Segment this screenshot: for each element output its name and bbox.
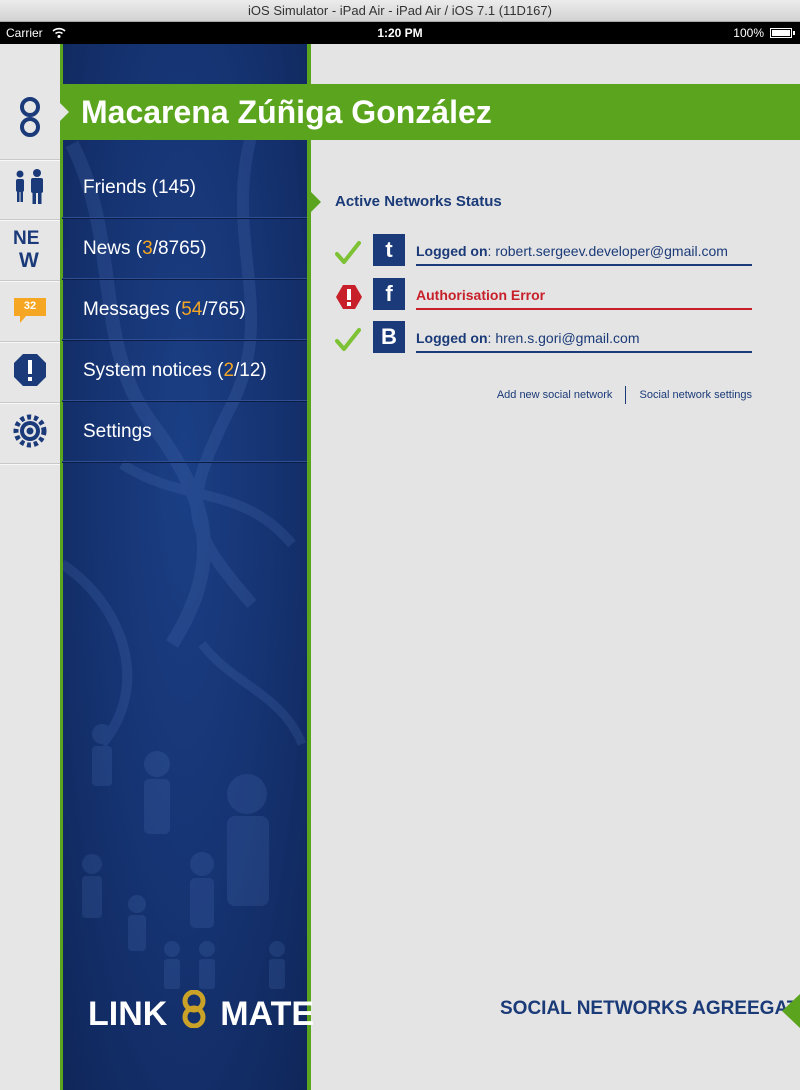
svg-text:W: W bbox=[19, 249, 39, 271]
alert-icon bbox=[12, 352, 48, 393]
friends-icon bbox=[10, 168, 50, 210]
logo-text-left: LINK bbox=[88, 994, 168, 1033]
logo-chain-icon bbox=[179, 989, 209, 1037]
section-arrow-icon bbox=[311, 192, 321, 212]
network-error-text: Authorisation Error bbox=[416, 278, 752, 310]
network-settings-link[interactable]: Social network settings bbox=[640, 389, 753, 401]
clock: 1:20 PM bbox=[377, 26, 423, 40]
rail-profile[interactable] bbox=[0, 79, 60, 160]
gear-icon bbox=[12, 413, 48, 454]
check-icon bbox=[335, 327, 361, 353]
logo-text-right: MATE bbox=[220, 994, 315, 1033]
messages-icon: 32 bbox=[12, 296, 48, 326]
icon-rail: NE W 32 bbox=[0, 44, 62, 1090]
link-chain-icon bbox=[19, 95, 41, 144]
tagline: SOCIAL NETWORKS AGREEGATOR bbox=[500, 998, 800, 1019]
nav-item-unread: 3 bbox=[142, 238, 153, 259]
battery-icon bbox=[770, 28, 795, 38]
nav-item-friends[interactable]: Friends (145) bbox=[62, 158, 307, 218]
nav-item-label: Friends ( bbox=[83, 177, 158, 198]
nav-item-count: 145 bbox=[157, 177, 190, 198]
nav-item-system-notices[interactable]: System notices (2/12) bbox=[62, 341, 307, 401]
nav-item-settings[interactable]: Settings bbox=[62, 402, 307, 462]
battery-percent: 100% bbox=[733, 26, 764, 40]
window-title: iOS Simulator - iPad Air - iPad Air / iO… bbox=[0, 0, 800, 22]
nav-item-messages[interactable]: Messages (54/765) bbox=[62, 280, 307, 340]
vk-logo: B bbox=[373, 321, 405, 353]
rail-messages[interactable]: 32 bbox=[0, 281, 60, 342]
account-email: : hren.s.gori@gmail.com bbox=[487, 330, 640, 346]
tumblr-logo: t bbox=[373, 234, 405, 266]
status-prefix: Logged on bbox=[416, 330, 488, 346]
add-network-link[interactable]: Add new social network bbox=[497, 389, 613, 401]
nav-item-label: News ( bbox=[83, 238, 143, 259]
nav-item-label: Messages ( bbox=[83, 299, 182, 320]
facebook-logo: f bbox=[373, 278, 405, 310]
new-icon: NE W bbox=[10, 225, 50, 276]
status-prefix: Logged on bbox=[416, 243, 488, 259]
rail-news[interactable]: NE W bbox=[0, 220, 60, 281]
svg-text:NE: NE bbox=[13, 228, 39, 249]
footer-tab-arrow[interactable] bbox=[782, 994, 800, 1028]
messages-badge: 32 bbox=[23, 300, 37, 312]
network-links: Add new social network Social network se… bbox=[497, 386, 752, 404]
network-row-tumblr[interactable]: t Logged on: robert.sergeev.developer@gm… bbox=[335, 234, 755, 270]
nav-item-total: /765) bbox=[202, 299, 246, 320]
nav-item-suffix: ) bbox=[189, 177, 196, 198]
profile-name: Macarena Zúñiga González bbox=[81, 94, 492, 130]
nav-item-unread: 2 bbox=[223, 360, 235, 381]
network-row-vk[interactable]: B Logged on: hren.s.gori@gmail.com bbox=[335, 321, 755, 357]
rail-notices[interactable] bbox=[0, 342, 60, 403]
link-divider bbox=[625, 386, 627, 404]
network-status-text: Logged on: hren.s.gori@gmail.com bbox=[416, 321, 752, 353]
nav-item-label: System notices ( bbox=[83, 360, 224, 381]
account-email: : robert.sergeev.developer@gmail.com bbox=[487, 243, 728, 259]
app-logo: LINK MATE bbox=[88, 989, 314, 1033]
nav-item-label: Settings bbox=[83, 421, 152, 442]
rail-friends[interactable] bbox=[0, 159, 60, 220]
nav-item-news[interactable]: News (3/8765) bbox=[62, 219, 307, 279]
error-icon bbox=[335, 284, 362, 310]
section-title-text: Active Networks Status bbox=[335, 193, 502, 210]
nav-item-total: /8765) bbox=[152, 238, 207, 259]
profile-header: Macarena Zúñiga González bbox=[59, 84, 800, 140]
status-bar: Carrier 1:20 PM 100% bbox=[0, 22, 800, 44]
network-status-text: Logged on: robert.sergeev.developer@gmai… bbox=[416, 234, 752, 266]
rail-settings[interactable] bbox=[0, 403, 60, 464]
check-icon bbox=[335, 240, 361, 266]
nav-item-total: /12) bbox=[234, 360, 267, 381]
nav-item-unread: 54 bbox=[181, 299, 203, 320]
network-row-facebook[interactable]: f Authorisation Error bbox=[335, 278, 755, 314]
